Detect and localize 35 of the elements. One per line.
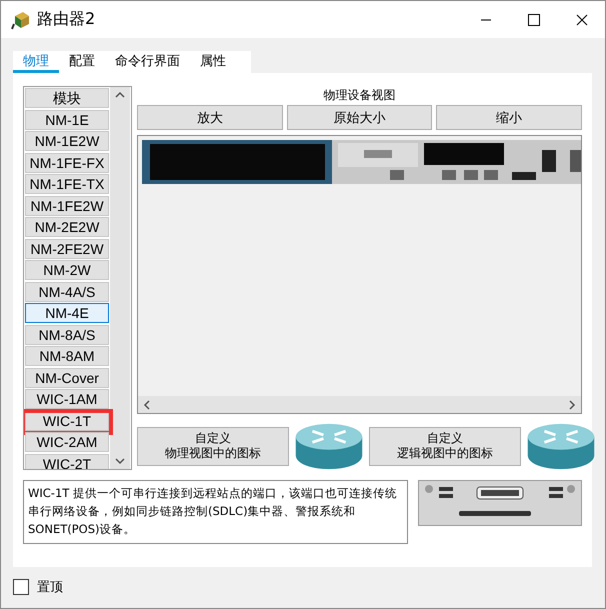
close-icon — [576, 14, 588, 26]
checkbox[interactable] — [13, 579, 29, 595]
module-item[interactable]: NM-1E2W — [25, 131, 109, 151]
module-item[interactable]: NM-1FE-TX — [25, 174, 109, 194]
module-item[interactable]: NM-4A/S — [25, 282, 109, 302]
window-title: 路由器2 — [37, 9, 96, 30]
module-item[interactable]: NM-1FE2W — [25, 196, 109, 216]
view-title: 物理设备视图 — [322, 87, 396, 104]
module-item[interactable]: NM-4E — [25, 303, 109, 323]
module-item[interactable]: NM-2W — [25, 260, 109, 280]
module-item[interactable]: NM-2E2W — [25, 217, 109, 237]
scrollbar[interactable] — [110, 87, 130, 469]
module-item[interactable]: WIC-1AM — [25, 389, 109, 409]
module-item[interactable]: WIC-2AM — [25, 432, 109, 452]
module-item[interactable]: NM-1FE-FX — [25, 152, 109, 172]
customize-icon-button[interactable]: 自定义 物理视图中的图标 — [137, 426, 289, 466]
checkbox-label: 置顶 — [37, 579, 63, 596]
scroll-left-icon[interactable] — [142, 398, 152, 410]
module-item[interactable]: NM-8A/S — [25, 324, 109, 344]
zoom-button[interactable]: 缩小 — [436, 105, 582, 130]
module-item[interactable]: WIC-2T — [25, 454, 109, 469]
list-header[interactable]: 模块 — [25, 88, 109, 108]
module-item[interactable]: NM-Cover — [25, 368, 109, 388]
zoom-button[interactable]: 放大 — [137, 105, 283, 130]
customize-icon-button[interactable]: 自定义 逻辑视图中的图标 — [369, 426, 521, 466]
module-item[interactable]: NM-2FE2W — [25, 238, 109, 258]
module-item[interactable]: NM-8AM — [25, 346, 109, 366]
router-app-icon — [11, 10, 31, 30]
zoom-button[interactable]: 原始大小 — [286, 105, 432, 130]
scroll-right-icon[interactable] — [567, 398, 577, 410]
router-icon — [293, 422, 365, 470]
module-item[interactable]: NM-1E — [25, 110, 109, 130]
scrollbar[interactable] — [138, 396, 581, 413]
maximize-icon — [528, 14, 540, 26]
module-description: WIC-1T 提供一个可串行连接到远程站点的端口，该端口也可连接传统串行网络设备，例如同步链路控制(SDLC)集中器、警报系统和SONET(POS)设备。 — [23, 480, 408, 544]
